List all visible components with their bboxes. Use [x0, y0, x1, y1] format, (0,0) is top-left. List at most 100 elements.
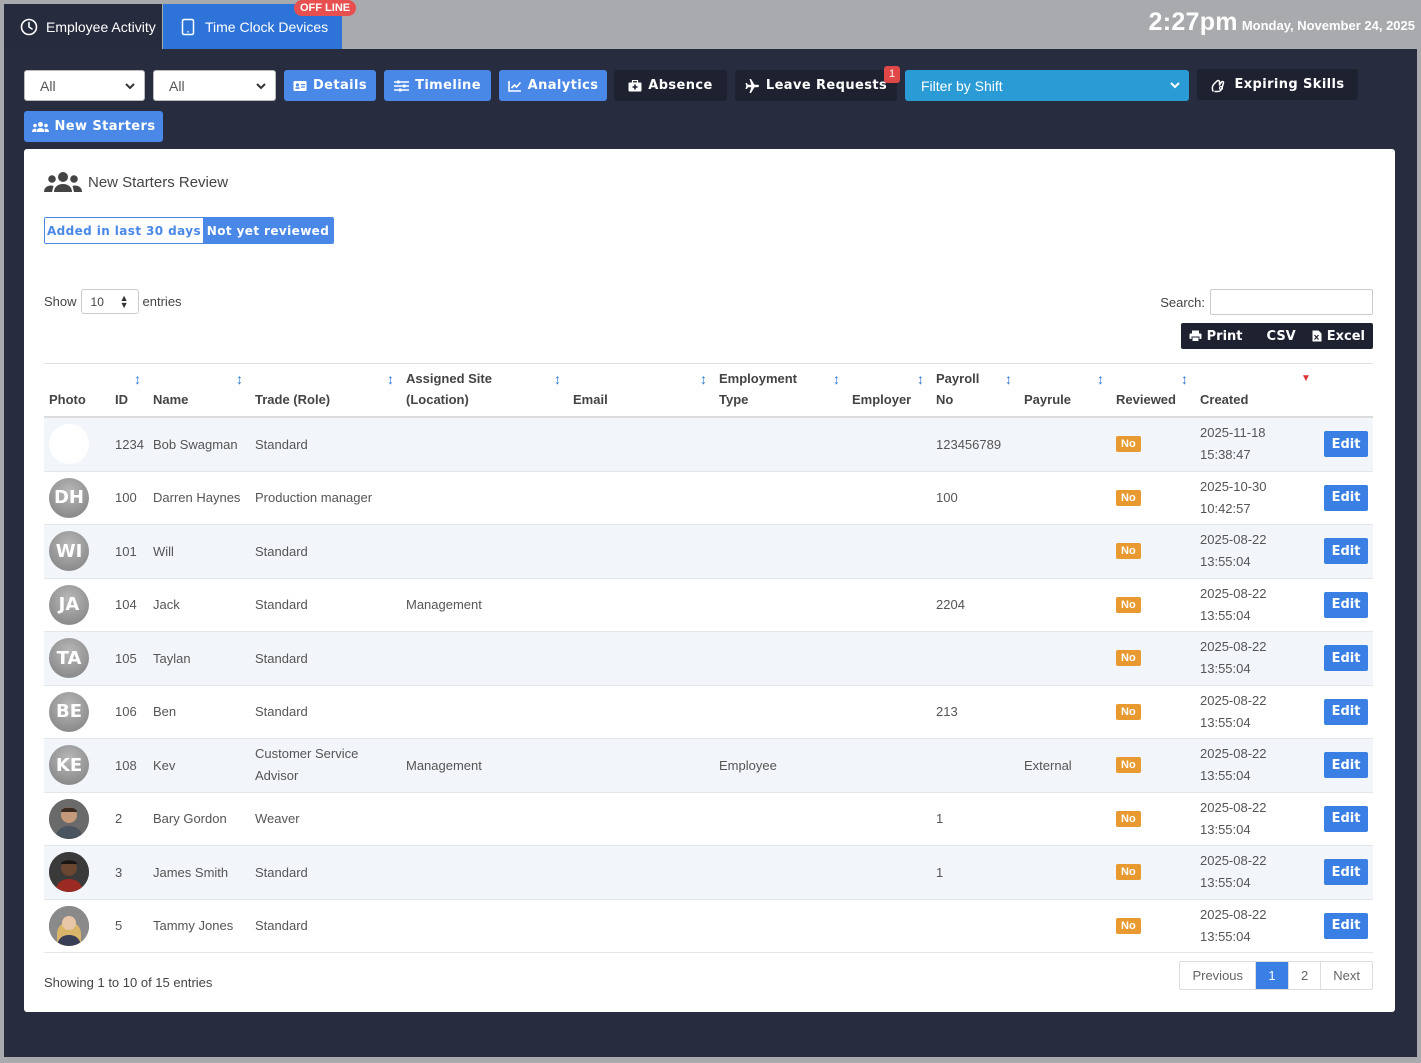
sort-icon: ↕: [917, 371, 924, 387]
table-row: 1234 Bob Swagman Standard 123456789 No 2025-1…: [44, 418, 1373, 472]
edit-button[interactable]: Edit: [1324, 805, 1368, 832]
emp-type-cell: [714, 632, 719, 685]
filter-select-1-value: All: [40, 77, 56, 94]
entries-label: entries: [142, 294, 182, 309]
edit-button[interactable]: Edit: [1324, 484, 1368, 511]
photo-cell: [44, 418, 89, 471]
avatar: TA: [49, 638, 89, 679]
employer-cell: [847, 472, 852, 525]
reviewed-cell: No: [1111, 579, 1141, 632]
table-row: DH 100 Darren Haynes Production manager 100 N…: [44, 472, 1373, 525]
not-yet-reviewed-button[interactable]: Not yet reviewed: [203, 218, 333, 243]
csv-button[interactable]: CSV: [1251, 329, 1304, 344]
reviewed-no-badge: No: [1116, 810, 1141, 827]
trade-cell: Production manager: [255, 490, 373, 506]
filter-by-shift-value: Filter by Shift: [921, 77, 1003, 94]
edit-button[interactable]: Edit: [1324, 538, 1368, 564]
tab-employee-activity-label: Employee Activity: [46, 18, 156, 35]
th-email[interactable]: ↕ Email: [568, 364, 714, 419]
new-starters-button[interactable]: New Starters: [24, 111, 163, 142]
reviewed-no-badge: No: [1116, 864, 1141, 881]
employer-cell: [847, 525, 852, 578]
reviewed-no-badge: No: [1116, 703, 1141, 720]
th-id[interactable]: ↕ ID: [110, 364, 148, 419]
sort-arrows-icon: ▲ ▼: [119, 293, 129, 310]
reviewed-cell: No: [1111, 525, 1141, 578]
name-cell: Ben: [153, 704, 177, 720]
edit-button[interactable]: Edit: [1324, 752, 1368, 778]
created-cell: 2025-08-22 13:55:04: [1200, 906, 1267, 944]
edit-button[interactable]: Edit: [1324, 859, 1368, 885]
previous-page-button[interactable]: Previous: [1180, 962, 1257, 989]
payrule-cell: [1019, 686, 1024, 739]
search-input[interactable]: [1210, 289, 1373, 315]
sort-icon: ↕: [1097, 371, 1104, 387]
site-cell: [401, 418, 406, 471]
export-buttons: Print CSV Excel: [1180, 323, 1373, 349]
chevron-down-icon: [125, 83, 135, 90]
th-trade[interactable]: ↕ Trade (Role): [250, 364, 401, 419]
edit-button[interactable]: Edit: [1324, 431, 1368, 457]
timeline-button[interactable]: Timeline: [384, 70, 491, 101]
th-payrule[interactable]: ↕ Payrule: [1019, 364, 1111, 419]
next-page-button[interactable]: Next: [1321, 962, 1372, 989]
employer-cell: [847, 739, 852, 792]
added-last-30-days-button[interactable]: Added in last 30 days: [45, 218, 203, 243]
edit-button[interactable]: Edit: [1324, 698, 1368, 725]
photo-cell: JA: [44, 579, 89, 632]
name-cell: Will: [153, 543, 174, 559]
payrule-cell: [1019, 900, 1024, 953]
filter-by-shift-select[interactable]: Filter by Shift: [905, 70, 1189, 101]
excel-button[interactable]: Excel: [1304, 329, 1373, 344]
th-reviewed[interactable]: ↕ Reviewed: [1111, 364, 1195, 419]
page-2-button[interactable]: 2: [1289, 962, 1322, 989]
emp-type-cell: [714, 686, 719, 739]
analytics-button[interactable]: Analytics: [499, 70, 607, 101]
th-payroll-no[interactable]: ↕ Payroll No: [931, 364, 1019, 419]
leave-requests-button[interactable]: Leave Requests: [735, 70, 897, 101]
reviewed-no-badge: No: [1116, 543, 1141, 560]
created-cell: 2025-08-22 13:55:04: [1200, 639, 1267, 677]
th-assigned-site[interactable]: ↕ Assigned Site (Location): [401, 364, 568, 419]
filter-select-1[interactable]: All: [24, 70, 145, 101]
payroll-cell: 1: [936, 864, 944, 880]
edit-button[interactable]: Edit: [1324, 645, 1368, 671]
absence-button[interactable]: Absence: [614, 70, 727, 101]
reviewed-no-badge: No: [1116, 650, 1141, 667]
card-title-text: New Starters Review: [88, 173, 229, 191]
sort-icon: ↕: [1005, 371, 1012, 387]
id-cell: 105: [115, 650, 137, 666]
th-employer[interactable]: ↕ Employer: [847, 364, 931, 419]
search-control: Search:: [1160, 289, 1373, 315]
tab-employee-activity[interactable]: Employee Activity: [4, 4, 162, 49]
th-name[interactable]: ↕ Name: [148, 364, 250, 419]
payrule-cell: [1019, 472, 1024, 525]
employer-cell: [847, 846, 852, 899]
avatar: [49, 424, 89, 465]
payroll-cell: 213: [936, 704, 958, 720]
analytics-button-label: Analytics: [527, 78, 599, 93]
reviewed-cell: No: [1111, 472, 1141, 525]
site-cell: Management: [406, 597, 482, 613]
th-created[interactable]: ▼ Created: [1195, 364, 1315, 419]
medical-briefcase-icon: [628, 79, 642, 91]
site-cell: [401, 793, 406, 846]
details-button[interactable]: Details: [284, 70, 376, 101]
name-cell: Bob Swagman: [153, 436, 238, 452]
email-cell: [568, 793, 573, 846]
print-icon: [1189, 330, 1202, 342]
filter-select-2[interactable]: All: [153, 70, 276, 101]
edit-button[interactable]: Edit: [1324, 591, 1368, 618]
print-button[interactable]: Print: [1181, 329, 1251, 344]
page-length-select[interactable]: 10 ▲ ▼: [80, 289, 139, 314]
th-employment-type[interactable]: ↕ Employment Type: [714, 364, 847, 419]
expiring-skills-button[interactable]: Expiring Skills: [1197, 69, 1358, 100]
created-cell: 2025-08-22 13:55:04: [1200, 585, 1267, 623]
edit-button[interactable]: Edit: [1324, 912, 1368, 939]
reviewed-cell: No: [1111, 418, 1141, 471]
page-1-button[interactable]: 1: [1256, 962, 1290, 989]
photo-cell: BE: [44, 686, 89, 739]
page-length-control: Show 10 ▲ ▼ entries: [44, 289, 182, 314]
id-cell: 104: [115, 597, 137, 613]
avatar: BE: [49, 691, 89, 732]
